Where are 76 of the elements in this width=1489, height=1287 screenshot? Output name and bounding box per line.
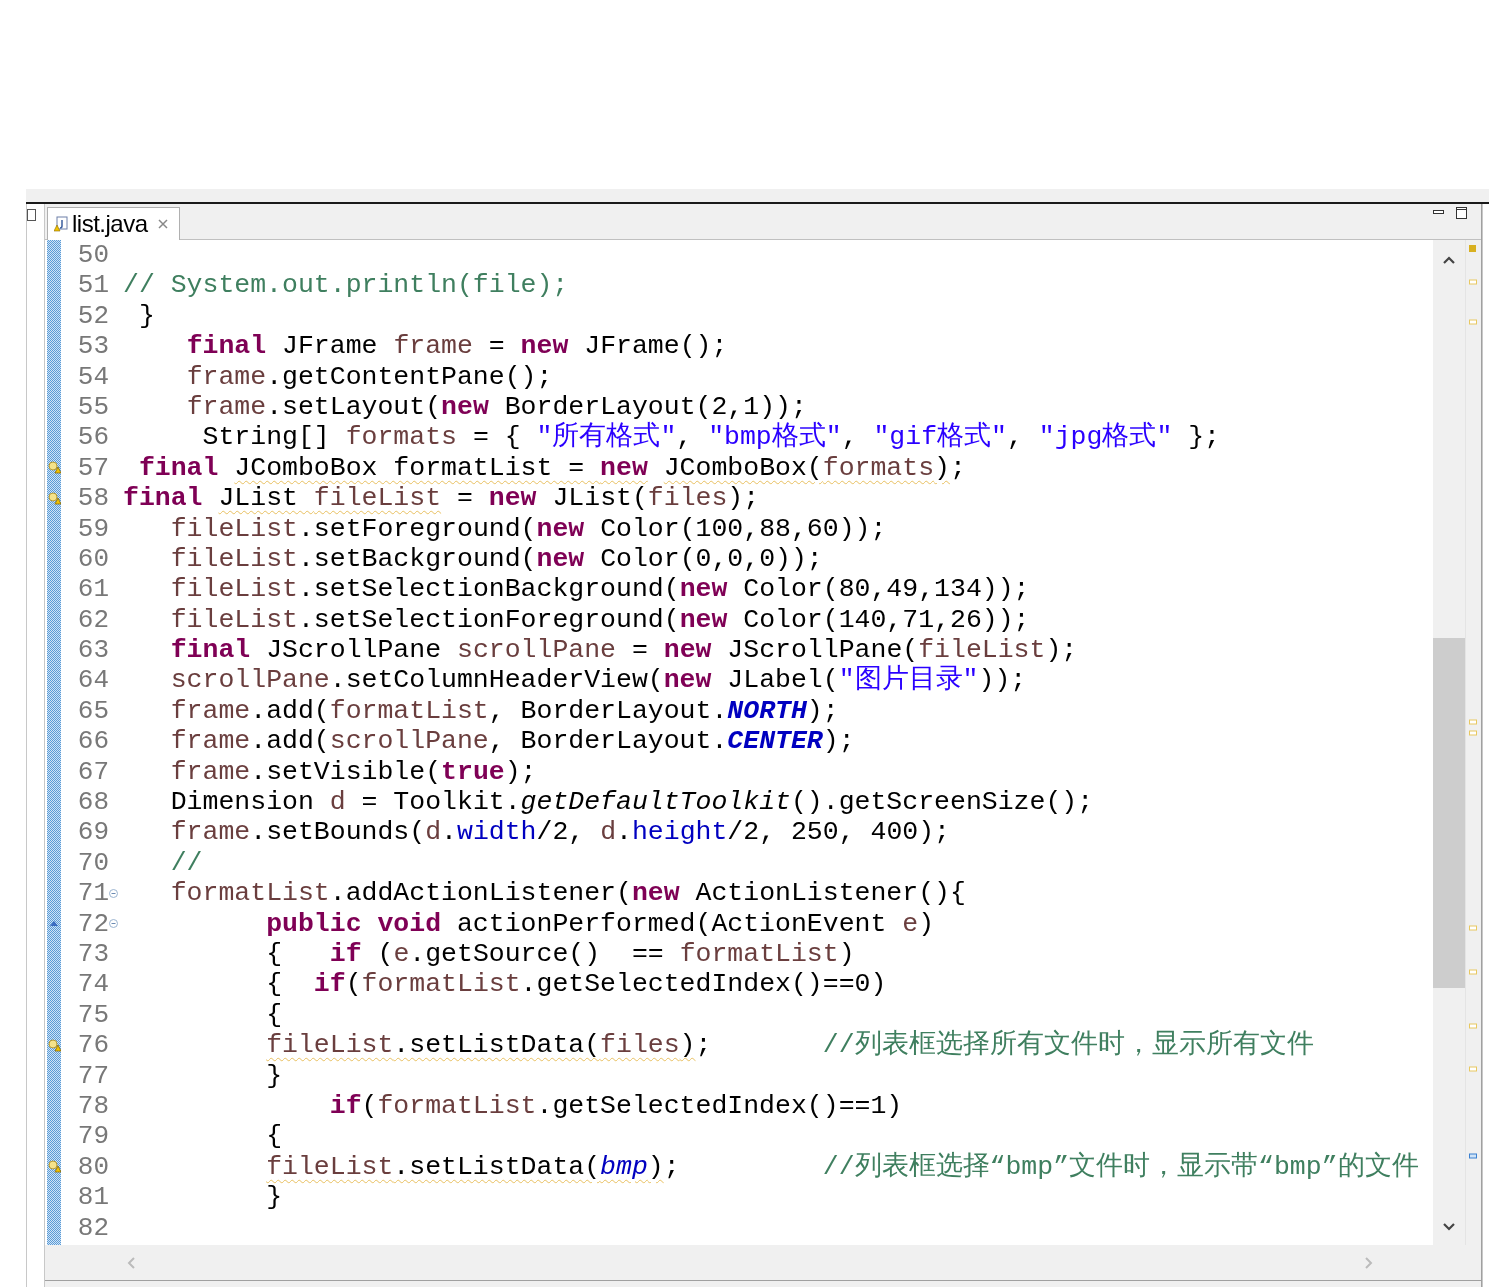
code-line: frame.setBounds(d.width/2, d.height/2, 250, 400);	[169, 817, 951, 848]
code-line: frame.getContentPane();	[185, 361, 554, 392]
code-line: String[] formats = { "所有格式", "bmp格式", "gif格式", "jpg格式" };	[201, 422, 1221, 453]
line-number: 56	[76, 422, 109, 453]
code-editor[interactable]	[45, 240, 1433, 1245]
line-number: 78	[76, 1090, 109, 1122]
code-line: fileList.setSelectionBackground(new Color(80,49,134));	[169, 574, 1031, 605]
code-line: if(formatList.getSelectedIndex()==1)	[328, 1090, 904, 1122]
maximize-icon[interactable]	[1456, 207, 1467, 219]
line-number: 81	[76, 1182, 109, 1213]
code-line: final JFrame frame = new JFrame();	[185, 331, 729, 362]
code-line: //	[169, 847, 204, 879]
close-icon[interactable]	[157, 219, 168, 229]
code-line: fileList.setBackground(new Color(0,0,0));	[169, 543, 824, 575]
line-number: 70	[76, 847, 109, 879]
scrollbar-thumb[interactable]	[1433, 638, 1465, 988]
line-number: 79	[76, 1121, 109, 1152]
code-line: // System.out.println(file);	[123, 270, 570, 301]
line-number: 54	[76, 361, 109, 392]
code-line: frame.setVisible(true);	[169, 756, 538, 788]
line-number: 53	[76, 331, 109, 362]
line-number: 59	[76, 513, 109, 544]
line-number: 66	[76, 726, 109, 757]
line-number: 50	[76, 240, 109, 271]
code-line: fileList.setSelectionForeground(new Color(140,71,26));	[169, 604, 1031, 636]
code-line: }	[137, 300, 156, 332]
line-number: 60	[76, 543, 109, 575]
line-number: 77	[76, 1060, 109, 1091]
line-number: 68	[76, 787, 109, 818]
line-number: 69	[76, 817, 109, 848]
code-line: final JList fileList = new JList(files);	[123, 483, 761, 514]
code-line: { if(formatList.getSelectedIndex()==0)	[265, 969, 888, 1000]
line-number: 57	[76, 452, 109, 484]
code-line: frame.setLayout(new BorderLayout(2,1));	[185, 391, 808, 422]
editor-tab[interactable]: list.java	[47, 207, 180, 240]
line-number: 55	[76, 391, 109, 423]
collapse-icon[interactable]	[109, 888, 118, 898]
line-number: 72	[76, 908, 109, 939]
line-number: 76	[76, 1030, 109, 1061]
code-line: frame.add(scrollPane, BorderLayout.CENTER);	[169, 726, 856, 757]
code-line: final JScrollPane scrollPane = new JScrollPane(fileList);	[169, 635, 1079, 666]
line-number: 63	[76, 635, 109, 666]
collapse-icon[interactable]	[109, 919, 118, 929]
code-line: frame.add(formatList, BorderLayout.NORTH);	[169, 695, 840, 727]
java-file-icon	[54, 216, 68, 232]
code-line: formatList.addActionListener(new ActionListener(){	[169, 878, 967, 909]
minimize-icon[interactable]	[1433, 210, 1444, 215]
line-number: 61	[76, 574, 109, 605]
code-line: { if (e.getSource() == formatList)	[265, 939, 856, 970]
line-number: 64	[76, 665, 109, 696]
code-line: fileList.setListData(bmp); //列表框选择“bmp”文件时，显示带“bmp”的文件	[265, 1151, 1420, 1183]
line-number: 62	[76, 604, 109, 636]
code-line: public void actionPerformed(ActionEvent e)	[265, 908, 936, 939]
code-line: }	[265, 1060, 284, 1091]
code-line: Dimension d = Toolkit.getDefaultToolkit().getScreenSize();	[169, 787, 1095, 818]
code-line: {	[265, 1121, 284, 1152]
code-line: scrollPane.setColumnHeaderView(new JLabel("图片目录"));	[169, 665, 1028, 696]
chevron-down-icon[interactable]	[1443, 1223, 1455, 1231]
code-line: fileList.setForeground(new Color(100,88,60));	[169, 513, 888, 544]
line-number: 65	[76, 695, 109, 727]
code-line: }	[265, 1182, 284, 1213]
line-number: 75	[76, 999, 109, 1031]
line-number: 67	[76, 756, 109, 788]
code-line: fileList.setListData(files); //列表框选择所有文件时，显示所有文件	[265, 1030, 1315, 1061]
line-number: 80	[76, 1151, 109, 1183]
line-number: 71	[76, 878, 109, 909]
line-number: 51	[76, 270, 109, 301]
code-line: final JComboBox formatList = new JComboBox(formats);	[137, 452, 967, 484]
line-number: 82	[76, 1212, 109, 1243]
line-number: 52	[76, 300, 109, 332]
chevron-up-icon[interactable]	[1443, 256, 1455, 264]
line-number: 73	[76, 939, 109, 970]
restore-icon[interactable]	[27, 209, 37, 221]
line-number: 74	[76, 969, 109, 1000]
code-line: {	[265, 999, 284, 1031]
line-number: 58	[76, 483, 109, 514]
